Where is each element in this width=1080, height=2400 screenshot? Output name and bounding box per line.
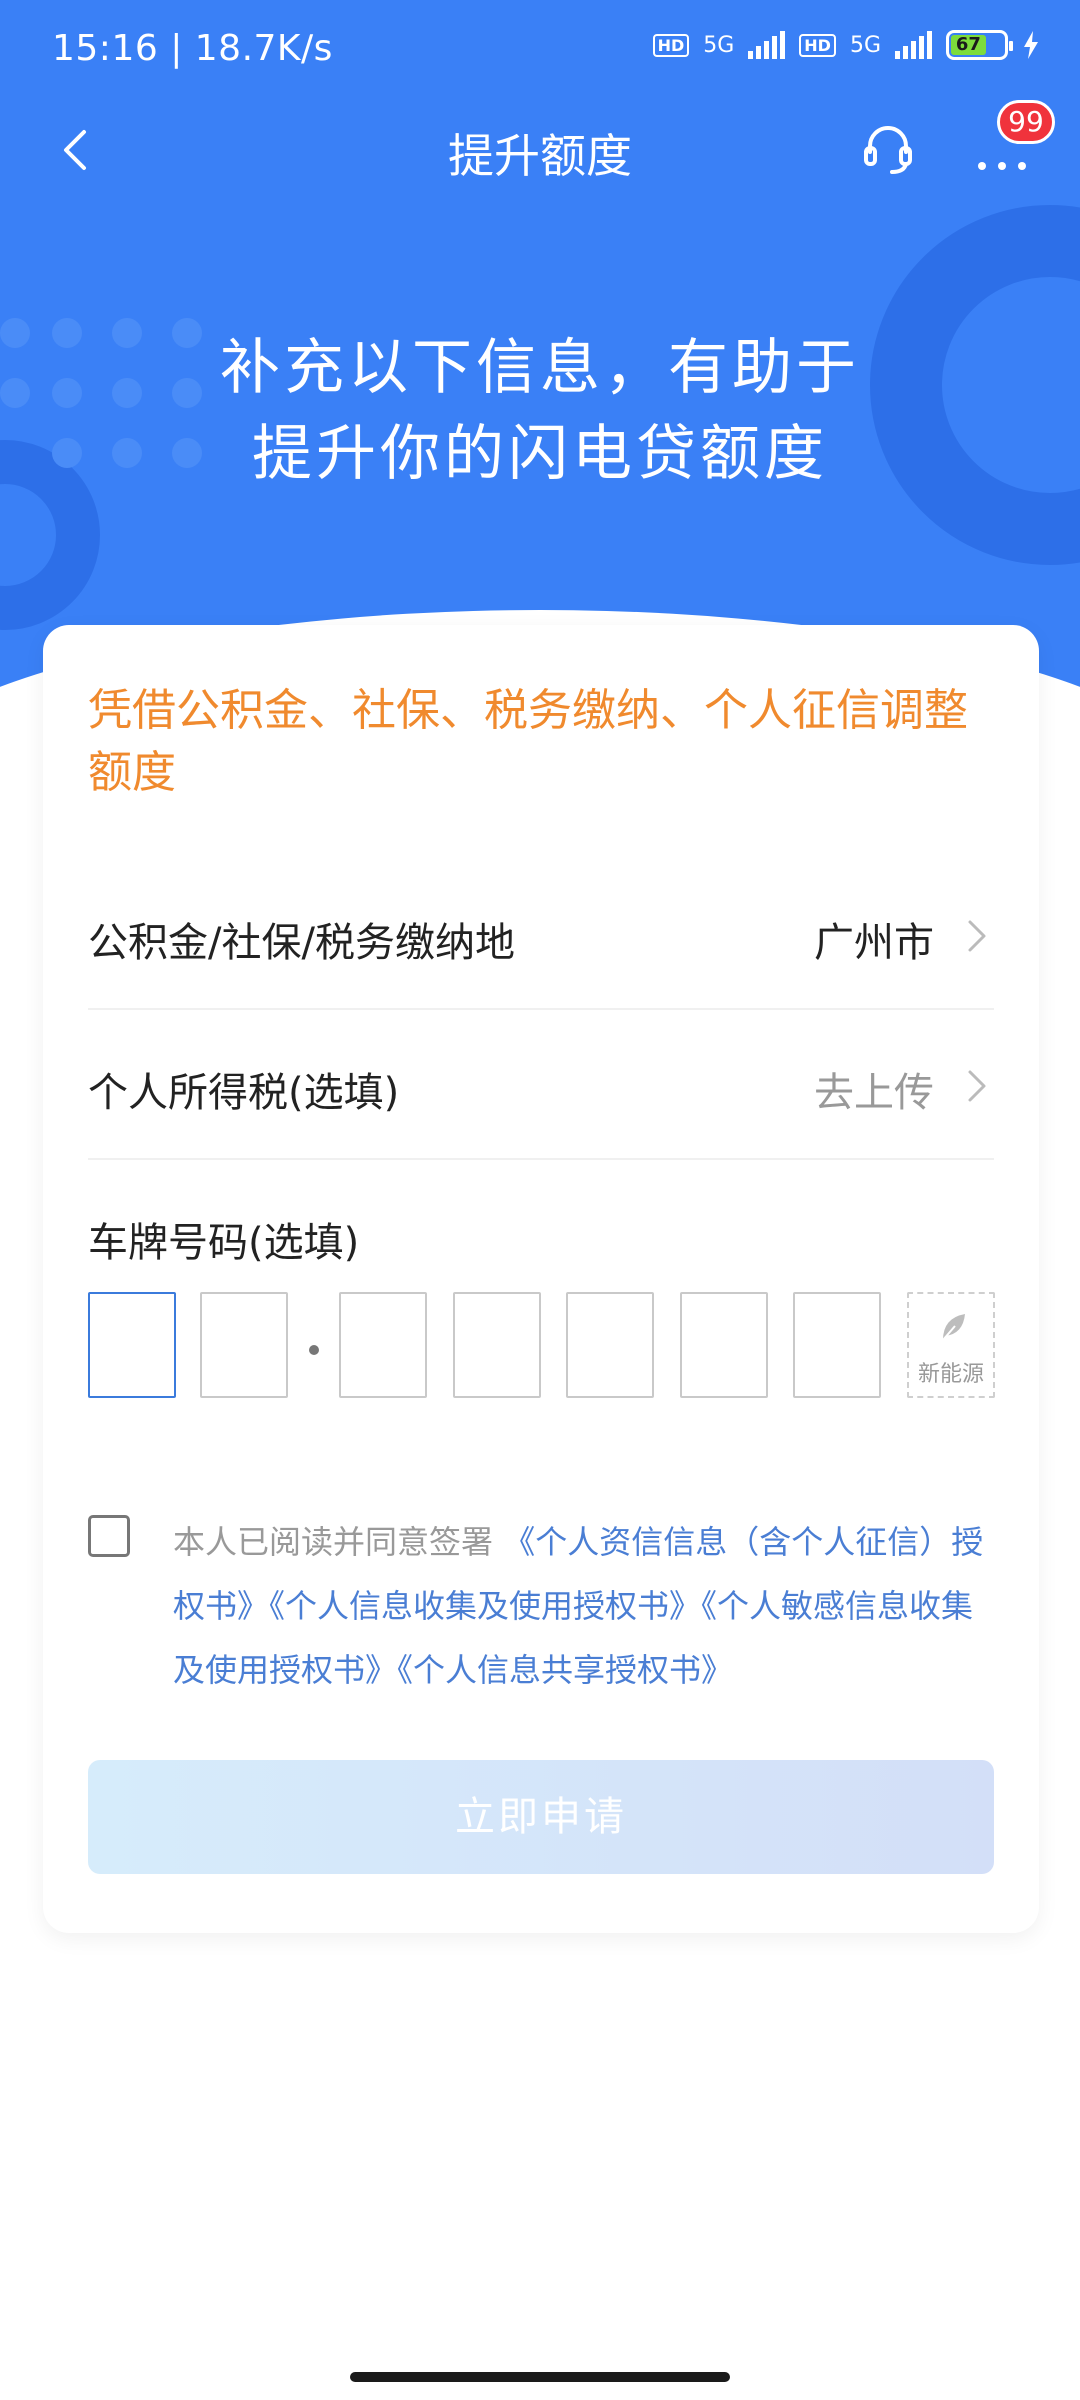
battery-level: 67 bbox=[951, 35, 986, 55]
agreement-link-collection[interactable]: 《个人信息收集及使用授权书》 bbox=[269, 1587, 701, 1625]
new-energy-label: 新能源 bbox=[917, 1362, 984, 1387]
hd-icon: HD bbox=[652, 33, 690, 57]
hd-icon: HD bbox=[799, 33, 836, 57]
row-payment-location[interactable]: 公积金/社保/税务缴纳地 广州市 bbox=[88, 860, 994, 1010]
status-bar: 15:16 | 18.7K/s HD 5G HD 5G 67 bbox=[0, 0, 1080, 100]
status-icons: HD 5G HD 5G 67 bbox=[652, 30, 1040, 60]
plate-char-input[interactable] bbox=[453, 1292, 541, 1398]
page-title: 提升额度 bbox=[448, 129, 632, 183]
plate-label: 车牌号码(选填) bbox=[88, 1220, 360, 1266]
network-type: 5G bbox=[703, 32, 735, 58]
notification-badge: 99 bbox=[997, 100, 1055, 144]
nav-bar: 提升额度 bbox=[0, 100, 1080, 200]
agreement-text: 本人已阅读并同意签署 《个人资信信息（含个人征信）授权书》《个人信息收集及使用授… bbox=[173, 1510, 1003, 1702]
row-value: 广州市 bbox=[814, 920, 934, 966]
agreement-prefix: 本人已阅读并同意签署 bbox=[173, 1523, 494, 1561]
row-value: 去上传 bbox=[814, 1070, 934, 1116]
hero-headline: 补充以下信息，有助于 提升你的闪电贷额度 bbox=[0, 325, 1080, 497]
status-time: 15:16 | 18.7K/s bbox=[52, 28, 333, 69]
plate-separator-dot bbox=[309, 1345, 319, 1355]
charging-icon bbox=[1024, 31, 1038, 59]
row-label: 个人所得税(选填) bbox=[88, 1070, 400, 1116]
card-tip: 凭借公积金、社保、税务缴纳、个人征信调整额度 bbox=[88, 685, 968, 798]
hero-line-1: 补充以下信息，有助于 bbox=[220, 333, 860, 403]
plate-char-input[interactable] bbox=[680, 1292, 768, 1398]
leaf-icon bbox=[942, 1314, 965, 1341]
plate-char-input[interactable] bbox=[793, 1292, 881, 1398]
battery-icon: 67 bbox=[946, 30, 1013, 60]
chevron-right-icon bbox=[968, 920, 986, 952]
apply-button[interactable]: 立即申请 bbox=[88, 1760, 994, 1874]
row-income-tax[interactable]: 个人所得税(选填) 去上传 bbox=[88, 1010, 994, 1160]
agreement-link-sharing[interactable]: 《个人信息共享授权书》 bbox=[397, 1651, 733, 1689]
signal-icon bbox=[895, 31, 932, 59]
form-card: 凭借公积金、社保、税务缴纳、个人征信调整额度 公积金/社保/税务缴纳地 广州市 … bbox=[43, 625, 1039, 1933]
chevron-right-icon bbox=[968, 1070, 986, 1102]
customer-service-icon[interactable] bbox=[858, 118, 918, 178]
plate-char-input[interactable] bbox=[339, 1292, 427, 1398]
plate-char-input[interactable] bbox=[200, 1292, 288, 1398]
agreement-checkbox[interactable] bbox=[88, 1515, 130, 1557]
plate-new-energy-input[interactable]: 新能源 bbox=[907, 1292, 995, 1398]
plate-char-input[interactable] bbox=[88, 1292, 176, 1398]
hero-line-2: 提升你的闪电贷额度 bbox=[252, 419, 828, 489]
row-label: 公积金/社保/税务缴纳地 bbox=[88, 920, 515, 966]
plate-char-input[interactable] bbox=[566, 1292, 654, 1398]
signal-icon bbox=[748, 31, 786, 59]
network-type: 5G bbox=[849, 32, 881, 58]
home-indicator[interactable] bbox=[350, 2372, 730, 2382]
